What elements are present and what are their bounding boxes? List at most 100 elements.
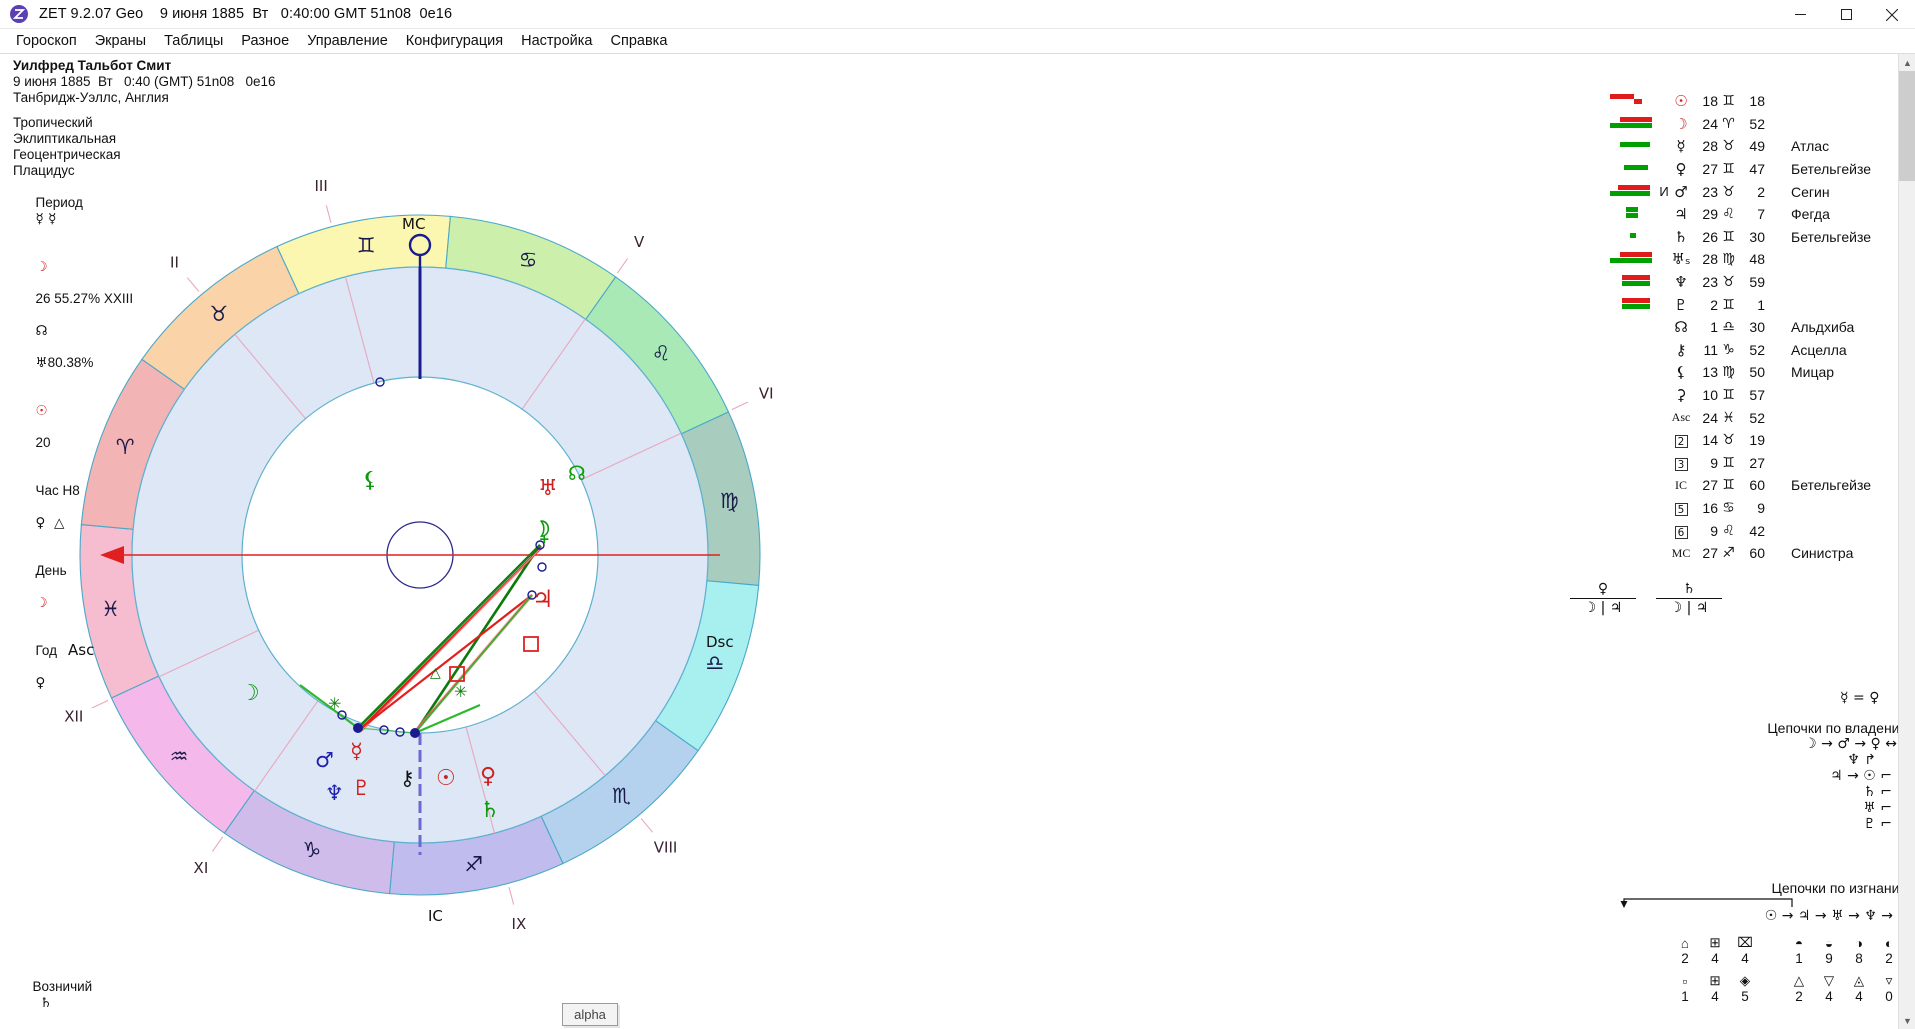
sign-glyph-icon: ♊ bbox=[1722, 228, 1735, 245]
scrollbar-thumb[interactable] bbox=[1899, 71, 1915, 181]
planet-glyph-icon[interactable]: ♂ bbox=[1670, 183, 1692, 201]
svg-text:♀: ♀ bbox=[480, 764, 496, 789]
subject-name: Уилфред Тальбот Смит bbox=[13, 58, 172, 73]
planet-glyph-icon[interactable]: 2 bbox=[1670, 431, 1692, 449]
menu-item-raznoe[interactable]: Разное bbox=[232, 31, 298, 51]
minimize-button[interactable] bbox=[1777, 0, 1823, 29]
planet-glyph-icon[interactable]: 5 bbox=[1670, 499, 1692, 517]
planet-glyph-icon[interactable]: ♇ bbox=[1670, 296, 1692, 314]
triangle-icon-3: ◬ bbox=[1853, 973, 1865, 988]
planet-glyph-icon[interactable]: ⚳ bbox=[1670, 386, 1692, 404]
menu-item-ekrany[interactable]: Экраны bbox=[86, 31, 155, 51]
planet-glyph-icon[interactable]: Asc bbox=[1670, 410, 1692, 425]
planet-glyph-icon[interactable]: ⚷ bbox=[1670, 341, 1692, 359]
planet-row[interactable]: 6 9 ♌ 42 bbox=[1610, 519, 1910, 542]
saturn-icon: ♄ bbox=[40, 995, 53, 1011]
scroll-down-arrow-icon[interactable]: ▼ bbox=[1899, 1012, 1915, 1029]
planet-glyph-icon[interactable]: ☽ bbox=[1670, 115, 1692, 133]
planet-row[interactable]: ⚷ 11 ♑ 52 Асцелла bbox=[1610, 339, 1910, 362]
planet-glyph-icon[interactable]: ☉ bbox=[1670, 92, 1692, 110]
dignity-bar bbox=[1626, 213, 1638, 219]
planet-row[interactable]: ☽ 24 ♈ 52 bbox=[1610, 113, 1910, 136]
zodiac-glyph-cancer: ♋ bbox=[519, 248, 538, 272]
planet-row[interactable]: ☿ 28 ♉ 49 Атлас bbox=[1610, 135, 1910, 158]
planet-glyph-icon[interactable]: MC bbox=[1670, 546, 1692, 561]
minute-value: 52 bbox=[1749, 409, 1765, 426]
planet-glyph-icon[interactable]: IC bbox=[1670, 478, 1692, 493]
planet-row[interactable]: ♄ 26 ♊ 30 Бетельгейзе bbox=[1610, 226, 1910, 249]
planet-glyph-icon[interactable]: ♃ bbox=[1670, 205, 1692, 223]
fixed-star-name: Альдхиба bbox=[1791, 319, 1855, 336]
dignity-bars bbox=[1610, 499, 1658, 517]
planet-row[interactable]: ♆ 23 ♉ 59 bbox=[1610, 271, 1910, 294]
count-row-icons-2: ▫ ⊞ ◈ △ ▽ ◬ ▿ bbox=[1670, 973, 1915, 989]
exile-chain-panel: Цепочки по изгнанию ☉ → ♃ → ♅ → ♆ → ♇ bbox=[1620, 880, 1910, 924]
minute-value: 42 bbox=[1749, 522, 1765, 539]
sign-glyph-icon: ♐ bbox=[1722, 545, 1735, 562]
fraction-denominator: ☽ | ♃ bbox=[1669, 600, 1709, 616]
dignity-bars bbox=[1610, 228, 1658, 246]
planet-glyph-icon[interactable]: ♄ bbox=[1670, 228, 1692, 246]
planet-row[interactable]: ⚳ 10 ♊ 57 bbox=[1610, 384, 1910, 407]
exile-chain-title: Цепочки по изгнанию bbox=[1771, 880, 1910, 896]
rulership-chain-row-2: ♆ ↱ bbox=[1847, 752, 1876, 768]
shape-icon-grid-top: ⊞ bbox=[1709, 935, 1721, 950]
planet-row[interactable]: IC 27 ♊ 60 Бетельгейзе bbox=[1610, 474, 1910, 497]
minute-value: 47 bbox=[1749, 161, 1765, 178]
degree-value: 2 bbox=[1710, 296, 1718, 313]
planet-row[interactable]: ♇ 2 ♊ 1 bbox=[1610, 293, 1910, 316]
planet-row[interactable]: MC 27 ♐ 60 Синистра bbox=[1610, 542, 1910, 565]
alpha-button[interactable]: alpha bbox=[562, 1003, 618, 1026]
menu-item-goroskop[interactable]: Гороскоп bbox=[7, 31, 86, 51]
planet-row[interactable]: И ♂ 23 ♉ 2 Сегин bbox=[1610, 180, 1910, 203]
menu-item-konfiguraciya[interactable]: Конфигурация bbox=[397, 31, 512, 51]
planet-row[interactable]: ☉ 18 ♊ 18 bbox=[1610, 90, 1910, 113]
minute-value: 52 bbox=[1749, 341, 1765, 358]
maximize-button[interactable] bbox=[1823, 0, 1869, 29]
menu-item-spravka[interactable]: Справка bbox=[602, 31, 677, 51]
planet-row[interactable]: ⚸ 13 ♍ 50 Мицар bbox=[1610, 361, 1910, 384]
shape-icon-grid-square: ⊞ bbox=[1709, 973, 1721, 988]
astrology-chart-wheel[interactable]: ♓ ♈ ♉ ♊ ♋ ♌ ♍ ♎ ♏ ♐ ♑ ♒ ✳ ✳ △ ☽ ♂ ♆ ☿ ♇ … bbox=[40, 175, 800, 935]
menu-item-tablicy[interactable]: Таблицы bbox=[155, 31, 232, 51]
planet-row[interactable]: 3 9 ♊ 27 bbox=[1610, 452, 1910, 475]
count-row-icons-1: ⌂ ⊞ ⌧ ◓ ◒ ◑ ◐ bbox=[1670, 935, 1915, 951]
vertical-scrollbar[interactable]: ▲ ▼ bbox=[1898, 54, 1915, 1029]
dignity-bars bbox=[1610, 544, 1658, 562]
planet-row[interactable]: 5 16 ♋ 9 bbox=[1610, 497, 1910, 520]
planet-glyph-icon[interactable]: ⚸ bbox=[1670, 363, 1692, 381]
fixed-star-name: Бетельгейзе bbox=[1791, 161, 1872, 178]
close-button[interactable] bbox=[1869, 0, 1915, 29]
planet-glyph-icon[interactable]: ♀ bbox=[1670, 160, 1692, 178]
coord-system: Эклиптикальная bbox=[13, 131, 117, 146]
planet-row[interactable]: ☊ 1 ♎ 30 Альдхиба bbox=[1610, 316, 1910, 339]
menu-item-nastroyka[interactable]: Настройка bbox=[512, 31, 601, 51]
svg-text:⯝: ⯝ bbox=[538, 520, 551, 546]
sign-glyph-icon: ♊ bbox=[1722, 93, 1735, 110]
count-row-values-2: 1 4 5 2 4 4 0 bbox=[1670, 989, 1915, 1004]
planet-glyph-icon[interactable]: ♅ₛ bbox=[1670, 250, 1692, 268]
house-tick bbox=[186, 277, 200, 292]
equality-expression: ☿ = ♀ bbox=[1840, 690, 1880, 706]
house-number-III: III bbox=[314, 177, 327, 195]
dignity-bar bbox=[1622, 275, 1650, 281]
planet-positions-table[interactable]: ☉ 18 ♊ 18 ☽ 24 ♈ 52 ☿ 28 ♉ 49 Атлас ♀ 27 ♊ 47 Бетельгейзе… bbox=[1610, 90, 1910, 564]
planet-glyph-icon[interactable]: ☿ bbox=[1670, 137, 1692, 155]
planet-row[interactable]: ♀ 27 ♊ 47 Бетельгейзе bbox=[1610, 158, 1910, 181]
planet-glyph-icon[interactable]: ☊ bbox=[1670, 318, 1692, 336]
planet-row[interactable]: ♅ₛ 28 ♍ 48 bbox=[1610, 248, 1910, 271]
dignity-bar bbox=[1610, 258, 1652, 264]
minute-value: 19 bbox=[1749, 432, 1765, 449]
planet-row[interactable]: 2 14 ♉ 19 bbox=[1610, 429, 1910, 452]
scroll-up-arrow-icon[interactable]: ▲ bbox=[1899, 54, 1915, 71]
planet-glyph-icon[interactable]: ♆ bbox=[1670, 273, 1692, 291]
svg-text:☉: ☉ bbox=[436, 766, 456, 791]
planet-glyph-icon[interactable]: 6 bbox=[1670, 522, 1692, 540]
count-value: 8 bbox=[1855, 951, 1863, 966]
planet-row[interactable]: ♃ 29 ♌ 7 Фегда bbox=[1610, 203, 1910, 226]
planet-glyph-icon[interactable]: 3 bbox=[1670, 454, 1692, 472]
zodiac-glyph-aquarius: ♒ bbox=[170, 744, 189, 768]
planet-row[interactable]: Asc 24 ♓ 52 bbox=[1610, 406, 1910, 429]
menu-item-upravlenie[interactable]: Управление bbox=[298, 31, 397, 51]
moon-phase-icon-3: ◑ bbox=[1854, 935, 1864, 951]
